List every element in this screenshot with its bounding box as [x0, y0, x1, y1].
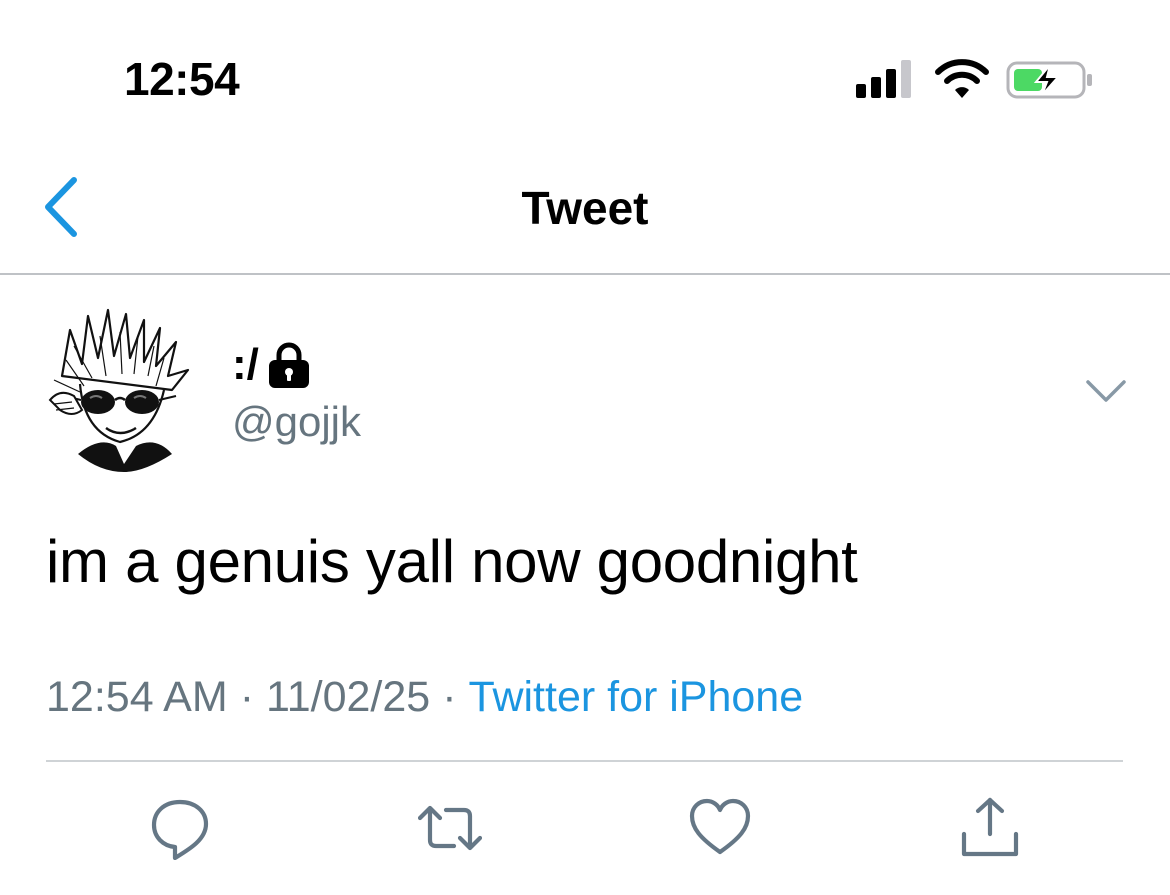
share-icon[interactable] — [958, 796, 1022, 860]
battery-charging-icon — [1006, 61, 1092, 99]
lock-icon — [268, 342, 309, 388]
chevron-down-icon[interactable] — [1082, 366, 1130, 414]
display-name[interactable]: :/ — [232, 340, 259, 390]
divider — [46, 760, 1123, 762]
tweet-date: 11/02/25 — [266, 673, 431, 721]
wifi-icon — [935, 59, 989, 98]
tweet-source-link[interactable]: Twitter for iPhone — [469, 673, 804, 721]
status-time: 12:54 — [124, 53, 240, 105]
tweet-text: im a genuis yall now goodnight — [46, 528, 858, 595]
divider — [0, 273, 1170, 275]
user-handle[interactable]: @gojjk — [232, 396, 361, 448]
cellular-signal-icon — [856, 60, 911, 98]
meta-separator: · — [442, 673, 457, 721]
retweet-icon[interactable] — [418, 796, 482, 860]
reply-icon[interactable] — [148, 796, 212, 860]
author-name-row[interactable]: :/ — [232, 340, 311, 390]
tweet-meta: 12:54 AM · 11/02/25 · Twitter for iPhone — [46, 670, 803, 724]
tweet-time: 12:54 AM — [46, 673, 228, 721]
like-icon[interactable] — [688, 796, 752, 860]
meta-separator: · — [239, 673, 255, 721]
avatar[interactable] — [44, 306, 200, 472]
page-title: Tweet — [521, 182, 649, 234]
